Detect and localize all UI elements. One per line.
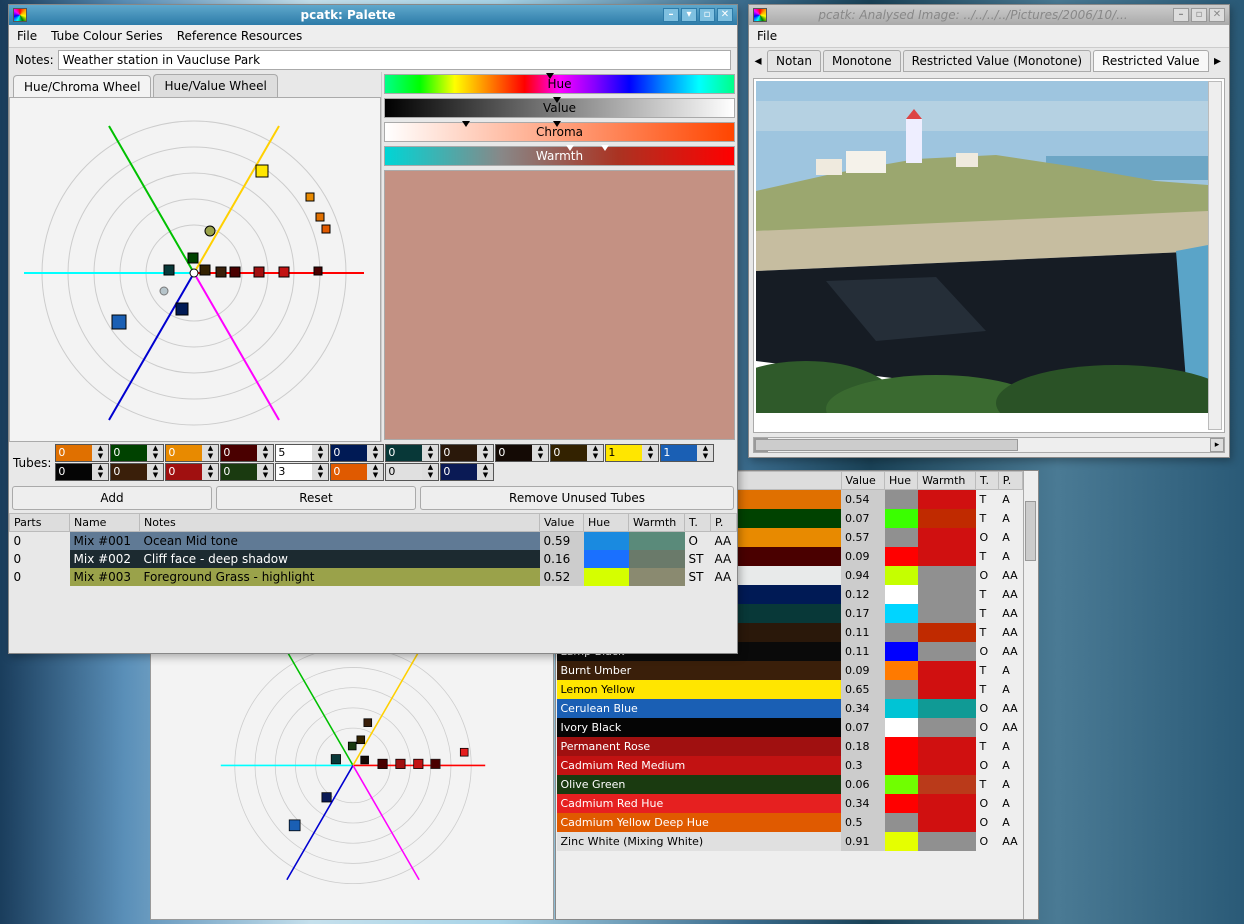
tube-spinner[interactable]: 0▲▼ — [385, 463, 439, 481]
palette-window: pcatk: Palette – ▾ ▫ ✕ File Tube Colour … — [8, 4, 738, 654]
mix-table-container: PartsNameNotesValueHueWarmthT.P. 0Mix #0… — [9, 513, 737, 653]
mix-preview — [384, 170, 735, 440]
analysed-image-view[interactable] — [753, 78, 1225, 433]
tube-spinner[interactable]: 0▲▼ — [55, 444, 109, 462]
mix-table: PartsNameNotesValueHueWarmthT.P. 0Mix #0… — [9, 513, 737, 586]
tube-spinner[interactable]: 3▲▼ — [275, 463, 329, 481]
tab-notan[interactable]: Notan — [767, 50, 821, 72]
tab-scroll-right[interactable]: ▸ — [1211, 53, 1225, 69]
minimize-button[interactable]: – — [1173, 8, 1189, 22]
remove-unused-button[interactable]: Remove Unused Tubes — [420, 486, 734, 510]
analysed-window: pcatk: Analysed Image: ../../../../Pictu… — [748, 4, 1230, 458]
tube-row[interactable]: Lemon Yellow0.65TA — [557, 680, 1023, 699]
mix-col-value[interactable]: Value — [540, 514, 584, 532]
tab-scroll-left[interactable]: ◂ — [751, 53, 765, 69]
tube-spinner[interactable]: 0▲▼ — [550, 444, 604, 462]
tab-hue-value[interactable]: Hue/Value Wheel — [153, 74, 277, 97]
mix-row[interactable]: 0Mix #002Cliff face - deep shadow0.16STA… — [10, 550, 737, 568]
add-button[interactable]: Add — [12, 486, 212, 510]
tube-spinner[interactable]: 0▲▼ — [330, 463, 384, 481]
tube-row[interactable]: Zinc White (Mixing White)0.91OAA — [557, 832, 1023, 851]
tube-spinner[interactable]: 0▲▼ — [220, 444, 274, 462]
notes-input[interactable] — [58, 50, 731, 70]
col-warmth[interactable]: Warmth — [918, 472, 976, 490]
tab-hue-chroma[interactable]: Hue/Chroma Wheel — [13, 75, 151, 98]
mix-col-notes[interactable]: Notes — [140, 514, 540, 532]
palette-menubar: File Tube Colour Series Reference Resour… — [9, 25, 737, 48]
app-icon — [13, 8, 27, 22]
value-slider[interactable]: Value — [384, 98, 735, 118]
mix-row[interactable]: 0Mix #001Ocean Mid tone0.59OAA — [10, 532, 737, 551]
tube-spinner[interactable]: 0▲▼ — [385, 444, 439, 462]
tube-spinner[interactable]: 0▲▼ — [495, 444, 549, 462]
palette-title: pcatk: Palette — [33, 8, 663, 22]
hscroll-right[interactable]: ▸ — [1210, 438, 1224, 452]
chroma-slider[interactable]: Chroma — [384, 122, 735, 142]
tube-spinner[interactable]: 0▲▼ — [55, 463, 109, 481]
tube-spinner[interactable]: 1▲▼ — [660, 444, 714, 462]
hue-slider[interactable]: Hue — [384, 74, 735, 94]
tube-spinner[interactable]: 0▲▼ — [165, 444, 219, 462]
tab-monotone[interactable]: Monotone — [823, 50, 901, 72]
tube-table-scrollbar[interactable] — [1023, 471, 1038, 919]
tube-row[interactable]: Cadmium Red Medium0.3OA — [557, 756, 1023, 775]
mix-row[interactable]: 0Mix #003Foreground Grass - highlight0.5… — [10, 568, 737, 586]
menu-file[interactable]: File — [17, 29, 37, 43]
tube-row[interactable]: Ivory Black0.07OAA — [557, 718, 1023, 737]
warmth-slider[interactable]: Warmth — [384, 146, 735, 166]
background-hue-wheel — [150, 640, 554, 920]
tube-spinner[interactable]: 5▲▼ — [275, 444, 329, 462]
reset-button[interactable]: Reset — [216, 486, 416, 510]
maximize-button[interactable]: ▫ — [1191, 8, 1207, 22]
image-hscroll[interactable]: ◂ ▸ — [753, 437, 1225, 453]
app-icon — [753, 8, 767, 22]
col-hue[interactable]: Hue — [885, 472, 918, 490]
tab-restricted-value[interactable]: Restricted Value — [1093, 50, 1208, 72]
tube-row[interactable]: Cerulean Blue0.34OAA — [557, 699, 1023, 718]
tube-spinner[interactable]: 0▲▼ — [110, 444, 164, 462]
tube-row[interactable]: Permanent Rose0.18TA — [557, 737, 1023, 756]
analysed-titlebar[interactable]: pcatk: Analysed Image: ../../../../Pictu… — [749, 5, 1229, 25]
mix-col-t.[interactable]: T. — [685, 514, 711, 532]
tubes-row: Tubes: 0▲▼0▲▼0▲▼0▲▼0▲▼0▲▼0▲▼0▲▼5▲▼3▲▼0▲▼… — [9, 442, 737, 483]
tube-spinner[interactable]: 0▲▼ — [165, 463, 219, 481]
close-button[interactable]: ✕ — [717, 8, 733, 22]
close-button[interactable]: ✕ — [1209, 8, 1225, 22]
tube-spinner[interactable]: 0▲▼ — [330, 444, 384, 462]
analysed-tabs: ◂ Notan Monotone Restricted Value (Monot… — [749, 48, 1229, 74]
menu-file[interactable]: File — [757, 29, 777, 43]
tubes-label: Tubes: — [13, 456, 51, 470]
tube-row[interactable]: Cadmium Red Hue0.34OA — [557, 794, 1023, 813]
hue-chroma-wheel[interactable] — [9, 97, 381, 442]
col-value[interactable]: Value — [841, 472, 884, 490]
hscroll-thumb[interactable] — [755, 439, 1018, 451]
menu-tube-colour-series[interactable]: Tube Colour Series — [51, 29, 163, 43]
tube-spinner[interactable]: 0▲▼ — [220, 463, 274, 481]
tube-spinner[interactable]: 0▲▼ — [440, 463, 494, 481]
tube-row[interactable]: Burnt Umber0.09TA — [557, 661, 1023, 680]
col-p[interactable]: P. — [998, 472, 1022, 490]
maximize-button[interactable]: ▫ — [699, 8, 715, 22]
mix-col-p.[interactable]: P. — [711, 514, 737, 532]
mix-col-parts[interactable]: Parts — [10, 514, 70, 532]
tube-spinner[interactable]: 0▲▼ — [440, 444, 494, 462]
image-vscroll[interactable] — [1208, 81, 1222, 430]
analysed-menubar: File — [749, 25, 1229, 48]
tube-spinner[interactable]: 1▲▼ — [605, 444, 659, 462]
tube-row[interactable]: Cadmium Yellow Deep Hue0.5OA — [557, 813, 1023, 832]
mix-col-warmth[interactable]: Warmth — [629, 514, 685, 532]
tube-row[interactable]: Olive Green0.06TA — [557, 775, 1023, 794]
mix-col-hue[interactable]: Hue — [584, 514, 629, 532]
tube-spinner[interactable]: 0▲▼ — [110, 463, 164, 481]
minimize-button[interactable]: – — [663, 8, 679, 22]
notes-label: Notes: — [15, 53, 54, 67]
maximize-down-button[interactable]: ▾ — [681, 8, 697, 22]
tab-restricted-value-monotone[interactable]: Restricted Value (Monotone) — [903, 50, 1091, 72]
menu-reference-resources[interactable]: Reference Resources — [177, 29, 303, 43]
col-t[interactable]: T. — [976, 472, 999, 490]
palette-titlebar[interactable]: pcatk: Palette – ▾ ▫ ✕ — [9, 5, 737, 25]
analysed-title: pcatk: Analysed Image: ../../../../Pictu… — [773, 8, 1173, 22]
mix-col-name[interactable]: Name — [70, 514, 140, 532]
